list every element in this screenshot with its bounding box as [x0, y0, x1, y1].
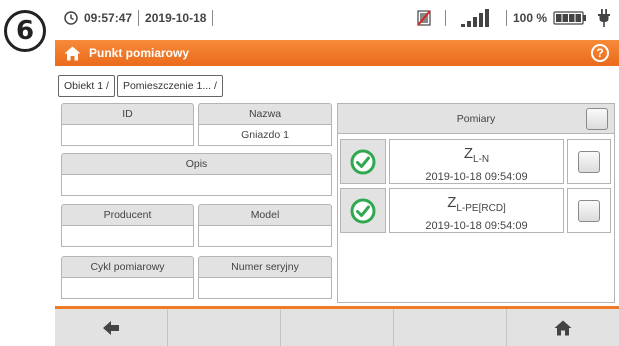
- measurement-subscript: L-N: [473, 154, 490, 165]
- home-button[interactable]: [507, 309, 619, 346]
- status-separator: [138, 10, 140, 26]
- model-label: Model: [198, 204, 332, 226]
- measurements-header: Pomiary: [338, 104, 614, 134]
- breadcrumb-item-room[interactable]: Pomieszczenie 1... /: [116, 75, 223, 97]
- select-all-checkbox[interactable]: [586, 108, 608, 130]
- cykl-field[interactable]: [61, 278, 194, 299]
- producent-field[interactable]: [61, 226, 194, 247]
- measurement-timestamp: 2019-10-18 09:54:09: [425, 171, 528, 183]
- measurement-checkbox[interactable]: [578, 151, 600, 173]
- check-circle-icon: [350, 198, 376, 223]
- cykl-label: Cykl pomiarowy: [61, 256, 194, 278]
- help-button[interactable]: ?: [591, 44, 609, 62]
- status-time: 09:57:47: [84, 11, 133, 25]
- opis-field[interactable]: [61, 175, 332, 196]
- status-separator: [505, 10, 507, 26]
- id-field[interactable]: [61, 125, 194, 146]
- status-bar: 09:57:47 2019-10-18 100 %: [55, 0, 619, 36]
- no-connection-icon: [417, 10, 431, 26]
- battery-icon: [553, 11, 586, 25]
- measurement-status: [340, 188, 386, 233]
- page-title: Punkt pomiarowy: [89, 46, 190, 60]
- title-bar: Punkt pomiarowy ?: [55, 40, 619, 66]
- measurement-select-cell: [567, 188, 611, 233]
- toolbar-slot-4: [394, 309, 507, 346]
- bottom-toolbar: [55, 306, 619, 346]
- status-separator: [212, 10, 214, 26]
- home-icon: [554, 320, 572, 335]
- home-icon[interactable]: [64, 46, 81, 61]
- measurement-timestamp: 2019-10-18 09:54:09: [425, 220, 528, 232]
- breadcrumb-item-object[interactable]: Obiekt 1 /: [58, 75, 115, 97]
- numer-field[interactable]: [198, 278, 332, 299]
- toolbar-slot-3: [281, 309, 394, 346]
- measurement-item[interactable]: ZL-N 2019-10-18 09:54:09: [389, 139, 564, 184]
- measurement-status: [340, 139, 386, 184]
- status-separator: [444, 10, 446, 26]
- step-number-badge: 6: [4, 10, 46, 52]
- meter-screen: 09:57:47 2019-10-18 100 % Punkt pomiarow…: [55, 0, 619, 346]
- id-label: ID: [61, 103, 194, 125]
- toolbar-slot-2: [168, 309, 281, 346]
- plug-icon: [598, 9, 610, 27]
- check-circle-icon: [350, 149, 376, 174]
- measurement-item[interactable]: ZL-PE[RCD] 2019-10-18 09:54:09: [389, 188, 564, 233]
- breadcrumb: Obiekt 1 / Pomieszczenie 1... /: [58, 75, 223, 97]
- measurement-symbol: Z: [463, 145, 474, 162]
- measurement-checkbox[interactable]: [578, 200, 600, 222]
- signal-strength-icon: [460, 9, 489, 27]
- numer-label: Numer seryjny: [198, 256, 332, 278]
- back-button[interactable]: [55, 309, 168, 346]
- producent-label: Producent: [61, 204, 194, 226]
- measurement-select-cell: [567, 139, 611, 184]
- clock-icon: [64, 11, 78, 25]
- nazwa-label: Nazwa: [198, 103, 332, 125]
- battery-percent: 100 %: [512, 11, 547, 25]
- nazwa-field[interactable]: Gniazdo 1: [198, 125, 332, 146]
- opis-label: Opis: [61, 153, 332, 175]
- measurement-symbol: Z: [447, 194, 457, 211]
- measurement-subscript: L-PE[RCD]: [456, 203, 506, 214]
- measurements-panel: Pomiary ZL-N 2019-10-18 09:54:09 ZL-PE[R…: [337, 103, 615, 303]
- status-date: 2019-10-18: [145, 11, 207, 25]
- model-field[interactable]: [198, 226, 332, 247]
- arrow-left-icon: [103, 320, 119, 335]
